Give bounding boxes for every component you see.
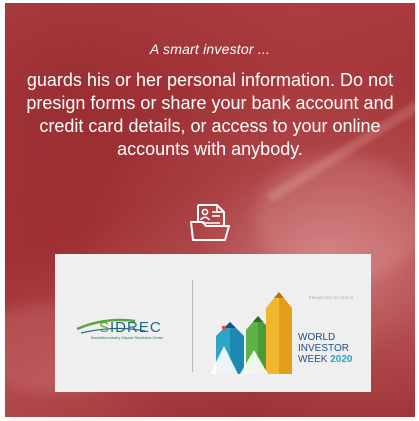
message-text: guards his or her personal information. … xyxy=(26,70,394,159)
poster: A smart investor ... guards his or her p… xyxy=(5,3,415,417)
logo-card: SIDREC Securities Industry Dispute Resol… xyxy=(55,254,371,392)
world-investor-week-wordmark: WORLD INVESTOR WEEK 2020 xyxy=(298,332,352,365)
sidrec-subtitle: Securities Industry Dispute Resolution C… xyxy=(90,336,164,340)
lead-in-text: A smart investor ... xyxy=(149,41,271,57)
wiw-line-week: WEEK 2020 xyxy=(298,354,352,365)
world-investor-week-pencils-logo xyxy=(210,292,292,374)
wiw-promoted-by: PROMOTED BY IOSCO xyxy=(309,296,354,300)
wiw-line-investor: INVESTOR xyxy=(298,343,349,354)
wiw-line-world: WORLD xyxy=(298,332,336,343)
form-folder-icon xyxy=(190,204,230,241)
logo-divider xyxy=(192,280,193,372)
sidrec-logo: SIDREC xyxy=(76,318,162,336)
wiw-year: 2020 xyxy=(330,354,353,365)
svg-text:SIDREC: SIDREC xyxy=(99,319,162,336)
wiw-week-word: WEEK xyxy=(298,354,328,365)
